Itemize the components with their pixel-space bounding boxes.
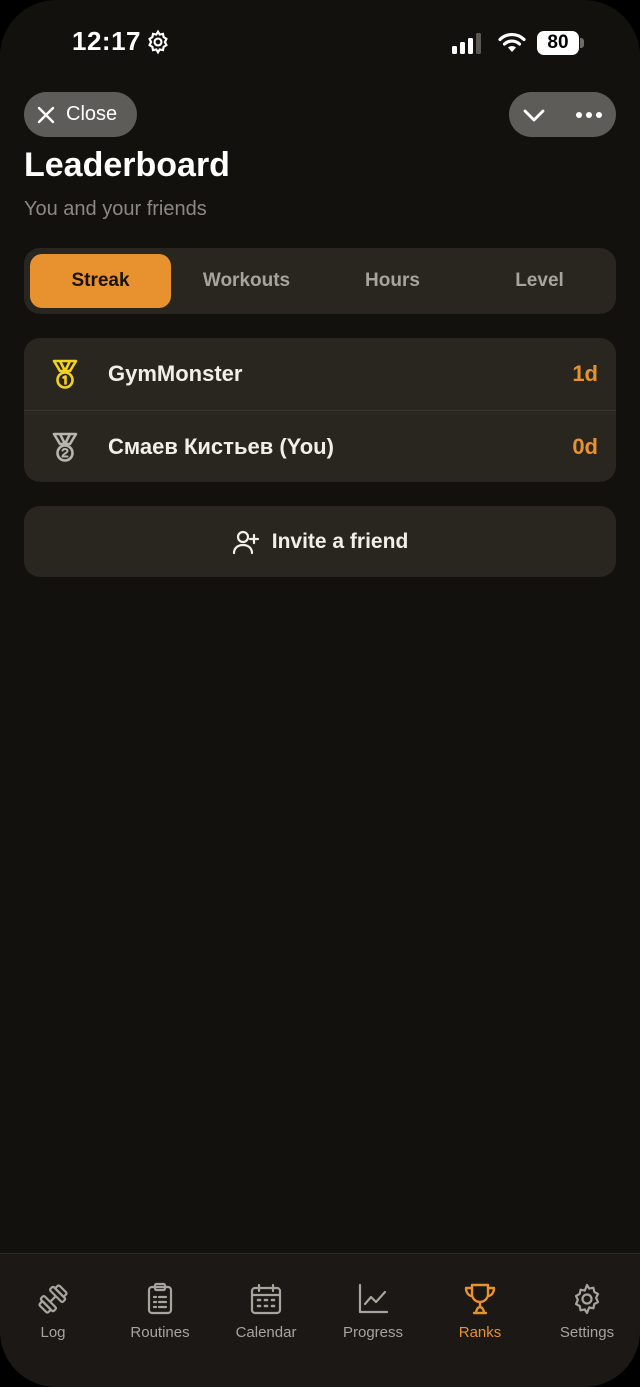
tab-ranks[interactable]: Ranks	[427, 1282, 533, 1341]
clipboard-icon	[147, 1282, 173, 1315]
tab-settings-label: Settings	[559, 1324, 615, 1341]
leaderboard-row[interactable]: GymMonster 1d	[24, 338, 616, 410]
close-button[interactable]: Close	[24, 92, 137, 137]
tab-ranks-label: Ranks	[458, 1324, 502, 1341]
chart-icon	[358, 1283, 389, 1314]
tab-log-label: Log	[40, 1324, 66, 1341]
gold-medal-icon	[52, 359, 78, 389]
calendar-icon	[250, 1283, 282, 1315]
silver-medal-icon	[52, 432, 78, 462]
status-bar: 12:17 80	[0, 0, 640, 88]
tab-routines-label: Routines	[130, 1324, 190, 1341]
chevron-down-icon[interactable]	[521, 103, 547, 127]
tab-settings[interactable]: Settings	[534, 1282, 640, 1341]
status-time: 12:17	[72, 26, 141, 56]
battery-level: 80	[537, 31, 579, 55]
settings-gear-icon	[574, 1283, 600, 1315]
add-user-icon	[232, 530, 259, 554]
wifi-icon	[498, 32, 526, 52]
tab-progress-label: Progress	[342, 1324, 404, 1341]
segment-hours[interactable]: Hours	[322, 254, 463, 308]
close-label: Close	[66, 103, 118, 125]
options-pill	[509, 92, 616, 137]
segment-level[interactable]: Level	[469, 254, 610, 308]
tab-log[interactable]: Log	[0, 1282, 106, 1341]
close-icon	[37, 106, 55, 123]
player-streak: 1d	[572, 361, 598, 386]
tab-routines[interactable]: Routines	[107, 1282, 213, 1341]
more-options-icon[interactable]	[575, 103, 603, 127]
tab-calendar-label: Calendar	[235, 1324, 297, 1341]
player-name: GymMonster	[108, 361, 243, 386]
metric-segmented-control: Streak Workouts Hours Level	[24, 248, 616, 314]
clock-group: 12:17	[72, 26, 171, 57]
cellular-signal-icon	[452, 32, 481, 54]
status-gear-icon	[148, 29, 168, 54]
tab-calendar[interactable]: Calendar	[213, 1282, 319, 1341]
leaderboard-row[interactable]: Смаев Кистьев (You) 0d	[24, 410, 616, 482]
segment-workouts[interactable]: Workouts	[176, 254, 317, 308]
phone-screen: 12:17 80 Close Leaderboard You and your …	[0, 0, 640, 1387]
invite-friend-button[interactable]: Invite a friend	[24, 506, 616, 577]
page-subtitle: You and your friends	[24, 198, 207, 220]
tab-progress[interactable]: Progress	[320, 1282, 426, 1341]
page-title: Leaderboard	[24, 146, 230, 184]
player-name: Смаев Кистьев (You)	[108, 433, 334, 459]
segment-streak[interactable]: Streak	[30, 254, 171, 308]
battery-tip	[580, 38, 584, 48]
trophy-icon	[464, 1283, 496, 1315]
invite-friend-label: Invite a friend	[271, 529, 409, 553]
dumbbell-icon	[38, 1284, 68, 1314]
bottom-tab-bar: Log Routines Calendar Progress Ranks Set…	[0, 1253, 640, 1387]
player-streak: 0d	[572, 433, 598, 459]
leaderboard-list: GymMonster 1d Смаев Кистьев (You) 0d	[24, 338, 616, 482]
